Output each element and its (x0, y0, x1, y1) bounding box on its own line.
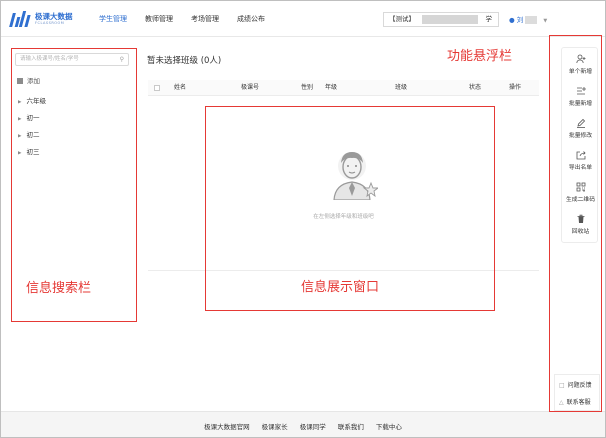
page-title: 暂未选择班级 (0人) (147, 56, 222, 66)
column-header-gender: 性别 (301, 84, 314, 91)
school-prefix: 【测试】 (389, 15, 415, 23)
column-header-name: 姓名 (174, 84, 187, 91)
school-selector[interactable]: 【测试】 学 (383, 12, 499, 27)
nav-teacher-management[interactable]: 教师管理 (145, 1, 173, 37)
school-suffix: 学 (485, 15, 493, 23)
main-nav: 学生管理 教师管理 考场管理 成绩公布 (99, 1, 283, 37)
logo-subtitle: FCLASSROOM (35, 21, 65, 25)
user-menu[interactable]: ● 刘 ▼ (509, 14, 547, 24)
school-name-redacted (422, 15, 478, 24)
user-name: 刘 (516, 16, 524, 24)
top-header: 极课大数据 FCLASSROOM 学生管理 教师管理 考场管理 成绩公布 【测试… (1, 1, 605, 37)
footer-link-parents[interactable]: 极课家长 (262, 423, 288, 431)
column-header-class: 班级 (395, 84, 408, 91)
chevron-down-icon: ▼ (543, 18, 548, 24)
logo-mark-icon (9, 11, 31, 27)
column-header-status: 状态 (469, 84, 482, 91)
column-header-grade: 年级 (325, 84, 338, 91)
footer-link-students[interactable]: 极课同学 (300, 423, 326, 431)
annotation-label-float: 功能悬浮栏 (447, 49, 513, 64)
select-all-checkbox[interactable] (154, 85, 160, 91)
footer-link-download[interactable]: 下载中心 (376, 423, 402, 431)
logo[interactable]: 极课大数据 FCLASSROOM (9, 9, 75, 29)
nav-student-management[interactable]: 学生管理 (99, 1, 127, 37)
footer-links: 极课大数据官网 极课家长 极课同学 联系我们 下载中心 (1, 421, 605, 431)
footer-link-contact[interactable]: 联系我们 (338, 423, 364, 431)
nav-exam-room-management[interactable]: 考场管理 (191, 1, 219, 37)
footer: 极课大数据官网 极课家长 极课同学 联系我们 下载中心 (1, 411, 605, 437)
table-header: 姓名 极课号 性别 年级 班级 状态 操作 (148, 80, 539, 96)
user-name-redacted (525, 16, 538, 24)
column-header-actions: 操作 (509, 84, 522, 91)
column-header-id: 极课号 (241, 84, 260, 91)
user-icon: ● (509, 16, 515, 24)
footer-link-official-site[interactable]: 极课大数据官网 (204, 423, 250, 431)
nav-score-publish[interactable]: 成绩公布 (237, 1, 265, 37)
annotation-label-display: 信息展示窗口 (301, 280, 380, 295)
annotation-box-float (549, 35, 602, 412)
annotation-label-search: 信息搜索栏 (26, 281, 92, 296)
